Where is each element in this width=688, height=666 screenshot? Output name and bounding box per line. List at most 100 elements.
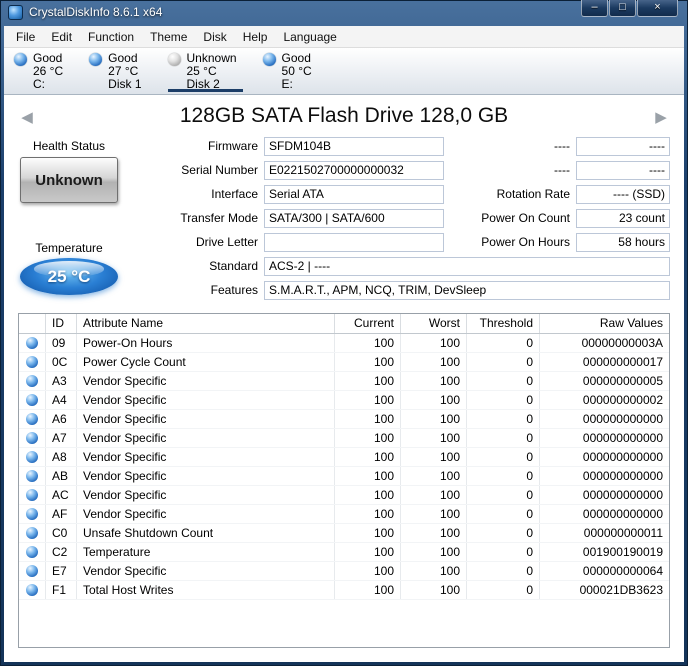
attribute-id: F1	[46, 581, 77, 599]
attribute-name: Power-On Hours	[77, 334, 335, 352]
window-controls: – □ ×	[581, 0, 678, 17]
smart-attribute-row[interactable]: AF Vendor Specific 100 100 0 00000000000…	[19, 505, 669, 524]
smart-attribute-row[interactable]: A3 Vendor Specific 100 100 0 00000000000…	[19, 372, 669, 391]
smart-attribute-row[interactable]: A4 Vendor Specific 100 100 0 00000000000…	[19, 391, 669, 410]
attribute-current: 100	[335, 334, 401, 352]
drive-selector-disk1[interactable]: Good 27 °C Disk 1	[89, 52, 141, 94]
attribute-raw-values: 000000000064	[540, 562, 669, 580]
smart-attribute-row[interactable]: A8 Vendor Specific 100 100 0 00000000000…	[19, 448, 669, 467]
hidden-field-label: ----	[444, 137, 576, 156]
raw-values-column-header[interactable]: Raw Values	[540, 314, 669, 333]
attribute-name: Vendor Specific	[77, 429, 335, 447]
attribute-worst: 100	[401, 562, 467, 580]
smart-attribute-row[interactable]: F1 Total Host Writes 100 100 0 000021DB3…	[19, 581, 669, 600]
attribute-raw-values: 001900190019	[540, 543, 669, 561]
app-icon	[8, 5, 23, 20]
status-led-cell	[19, 467, 46, 485]
smart-attribute-row[interactable]: C2 Temperature 100 100 0 001900190019	[19, 543, 669, 562]
smart-attribute-row[interactable]: AC Vendor Specific 100 100 0 00000000000…	[19, 486, 669, 505]
attribute-current: 100	[335, 543, 401, 561]
led-column-header[interactable]	[19, 314, 46, 333]
close-button[interactable]: ×	[637, 0, 678, 17]
hidden-field-label: ----	[444, 161, 576, 180]
title-bar[interactable]: CrystalDiskInfo 8.6.1 x64 – □ ×	[0, 0, 688, 26]
health-led-icon	[14, 53, 27, 66]
smart-table-body: 09 Power-On Hours 100 100 0 00000000003A…	[19, 334, 669, 600]
menu-bar: File Edit Function Theme Disk Help Langu…	[4, 26, 684, 48]
attribute-threshold: 0	[467, 581, 540, 599]
menu-edit[interactable]: Edit	[43, 28, 80, 46]
smart-attribute-row[interactable]: 09 Power-On Hours 100 100 0 00000000003A	[19, 334, 669, 353]
status-led-cell	[19, 505, 46, 523]
attribute-raw-values: 000000000002	[540, 391, 669, 409]
attribute-name: Vendor Specific	[77, 410, 335, 428]
status-led-cell	[19, 448, 46, 466]
menu-function[interactable]: Function	[80, 28, 142, 46]
attribute-id: A3	[46, 372, 77, 390]
attribute-raw-values: 000000000000	[540, 448, 669, 466]
menu-language[interactable]: Language	[275, 28, 344, 46]
smart-attribute-row[interactable]: E7 Vendor Specific 100 100 0 00000000006…	[19, 562, 669, 581]
drive-label: E:	[282, 78, 312, 91]
attribute-threshold: 0	[467, 391, 540, 409]
attribute-raw-values: 000000000000	[540, 467, 669, 485]
attribute-raw-values: 000000000000	[540, 410, 669, 428]
status-led-icon	[26, 489, 38, 501]
maximize-button[interactable]: □	[609, 0, 636, 17]
smart-attribute-row[interactable]: A7 Vendor Specific 100 100 0 00000000000…	[19, 429, 669, 448]
attribute-current: 100	[335, 410, 401, 428]
drive-label: Disk 2	[187, 78, 237, 91]
attribute-worst: 100	[401, 524, 467, 542]
attribute-worst: 100	[401, 448, 467, 466]
menu-file[interactable]: File	[8, 28, 43, 46]
attribute-name-column-header[interactable]: Attribute Name	[77, 314, 335, 333]
threshold-column-header[interactable]: Threshold	[467, 314, 540, 333]
next-disk-arrow-icon[interactable]: ▶	[650, 107, 672, 129]
status-led-cell	[19, 486, 46, 504]
attribute-name: Vendor Specific	[77, 372, 335, 390]
smart-attribute-row[interactable]: C0 Unsafe Shutdown Count 100 100 0 00000…	[19, 524, 669, 543]
interface-label: Interface	[14, 185, 264, 204]
smart-attribute-row[interactable]: A6 Vendor Specific 100 100 0 00000000000…	[19, 410, 669, 429]
attribute-raw-values: 000000000000	[540, 429, 669, 447]
status-led-cell	[19, 581, 46, 599]
attribute-worst: 100	[401, 486, 467, 504]
minimize-button[interactable]: –	[581, 0, 608, 17]
previous-disk-arrow-icon[interactable]: ◀	[16, 107, 38, 129]
client-area: File Edit Function Theme Disk Help Langu…	[4, 26, 684, 662]
rotation-rate-label: Rotation Rate	[444, 185, 576, 204]
attribute-raw-values: 000000000000	[540, 486, 669, 504]
drive-label: C:	[33, 78, 63, 91]
attribute-raw-values: 000000000017	[540, 353, 669, 371]
attribute-current: 100	[335, 505, 401, 523]
smart-attribute-row[interactable]: AB Vendor Specific 100 100 0 00000000000…	[19, 467, 669, 486]
serial-number-value: E0221502700000000032	[264, 161, 444, 180]
status-led-cell	[19, 372, 46, 390]
health-led-icon	[263, 53, 276, 66]
hidden-field-value: ----	[576, 161, 670, 180]
attribute-name: Vendor Specific	[77, 448, 335, 466]
attribute-threshold: 0	[467, 410, 540, 428]
current-column-header[interactable]: Current	[335, 314, 401, 333]
attribute-worst: 100	[401, 353, 467, 371]
hidden-field-value: ----	[576, 137, 670, 156]
worst-column-header[interactable]: Worst	[401, 314, 467, 333]
drive-selector-disk2-selected[interactable]: Unknown 25 °C Disk 2	[168, 52, 237, 94]
status-led-icon	[26, 584, 38, 596]
attribute-current: 100	[335, 467, 401, 485]
menu-help[interactable]: Help	[235, 28, 276, 46]
transfer-mode-value: SATA/300 | SATA/600	[264, 209, 444, 228]
smart-attribute-row[interactable]: 0C Power Cycle Count 100 100 0 000000000…	[19, 353, 669, 372]
attribute-name: Vendor Specific	[77, 562, 335, 580]
drive-selector-c[interactable]: Good 26 °C C:	[14, 52, 63, 94]
status-led-icon	[26, 375, 38, 387]
menu-disk[interactable]: Disk	[195, 28, 234, 46]
id-column-header[interactable]: ID	[46, 314, 77, 333]
status-led-icon	[26, 413, 38, 425]
attribute-worst: 100	[401, 581, 467, 599]
attribute-id: C0	[46, 524, 77, 542]
status-led-cell	[19, 334, 46, 352]
menu-theme[interactable]: Theme	[142, 28, 195, 46]
drive-model-title: 128GB SATA Flash Drive 128,0 GB	[44, 104, 644, 128]
drive-selector-e[interactable]: Good 50 °C E:	[263, 52, 312, 94]
